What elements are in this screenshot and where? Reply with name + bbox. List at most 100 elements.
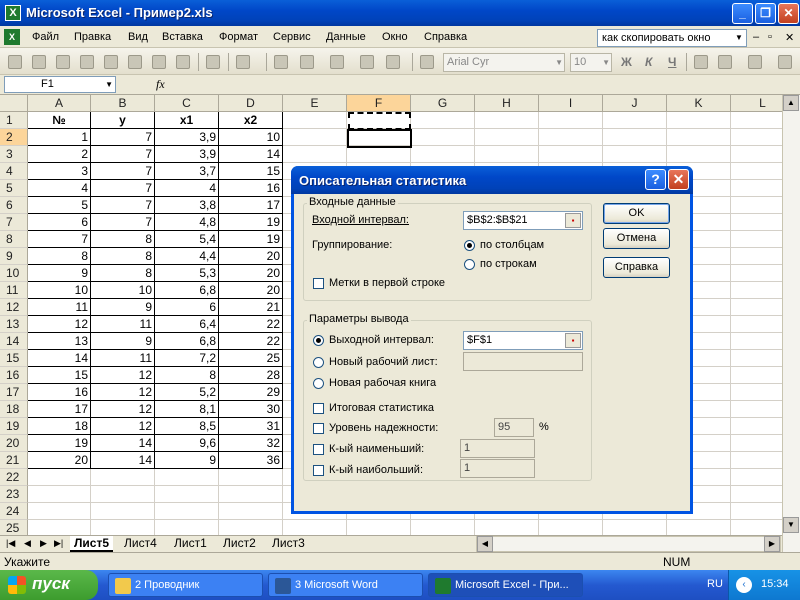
open-icon[interactable] [32,55,46,69]
previous-sheet-button[interactable]: ◀ [24,538,31,549]
new-sheet-label[interactable]: Новый рабочий лист: [329,356,438,368]
cell-b1[interactable]: y [91,112,155,129]
row-header-19[interactable]: 19 [0,418,28,435]
cell-c1[interactable]: x1 [155,112,219,129]
toolbar-more-icon[interactable] [778,55,792,69]
row-header-8[interactable]: 8 [0,231,28,248]
select-all-corner[interactable] [0,95,28,112]
cell-k1[interactable] [667,112,731,129]
column-header-c[interactable]: C [155,95,219,112]
save-icon[interactable] [56,55,70,69]
row-header-13[interactable]: 13 [0,316,28,333]
cell-b9[interactable]: 8 [91,248,155,265]
undo-icon[interactable] [236,55,250,69]
workbook-restore-button[interactable]: ▫ [768,31,772,43]
cell-b23[interactable] [91,486,155,503]
labels-first-row-label[interactable]: Метки в первой строке [329,277,445,289]
cell-d21[interactable]: 36 [219,452,283,469]
cell-i3[interactable] [539,146,603,163]
by-rows-label[interactable]: по строкам [480,258,537,270]
cell-c17[interactable]: 5,2 [155,384,219,401]
output-range-field[interactable]: $F$1 ▪ [463,331,583,350]
scroll-right-icon[interactable]: ▶ [764,536,780,552]
cell-b6[interactable]: 7 [91,197,155,214]
row-header-25[interactable]: 25 [0,520,28,535]
cell-a3[interactable]: 2 [28,146,91,163]
cell-c8[interactable]: 5,4 [155,231,219,248]
output-range-radio[interactable] [313,335,324,346]
cell-b22[interactable] [91,469,155,486]
cancel-button[interactable]: Отмена [603,228,670,249]
help-icon[interactable] [386,55,400,69]
cell-b14[interactable]: 9 [91,333,155,350]
cell-d24[interactable] [219,503,283,520]
cell-d6[interactable]: 17 [219,197,283,214]
toolbar-options-icon[interactable] [420,55,434,69]
column-header-i[interactable]: I [539,95,603,112]
cell-d16[interactable]: 28 [219,367,283,384]
cell-i2[interactable] [539,129,603,146]
by-columns-radio[interactable] [464,240,475,251]
cell-a7[interactable]: 6 [28,214,91,231]
cell-i1[interactable] [539,112,603,129]
cell-i25[interactable] [539,520,603,535]
cell-c15[interactable]: 7,2 [155,350,219,367]
cell-g2[interactable] [411,129,475,146]
workbook-icon[interactable]: X [4,29,20,45]
cell-c14[interactable]: 6,8 [155,333,219,350]
cell-d5[interactable]: 16 [219,180,283,197]
cell-d12[interactable]: 21 [219,299,283,316]
cell-h1[interactable] [475,112,539,129]
cell-a5[interactable]: 4 [28,180,91,197]
collapse-dialog-icon[interactable]: ▪ [565,213,581,228]
row-header-22[interactable]: 22 [0,469,28,486]
chevron-down-icon[interactable]: ▼ [555,54,563,71]
cell-b3[interactable]: 7 [91,146,155,163]
cell-d15[interactable]: 25 [219,350,283,367]
cell-a16[interactable]: 15 [28,367,91,384]
hyperlink-icon[interactable] [274,55,288,69]
cell-j3[interactable] [603,146,667,163]
cell-b17[interactable]: 12 [91,384,155,401]
sheet-tab-list2[interactable]: Лист2 [219,536,260,552]
column-header-b[interactable]: B [91,95,155,112]
row-header-11[interactable]: 11 [0,282,28,299]
italic-button[interactable]: К [645,55,652,69]
borders-icon[interactable] [748,55,762,69]
cell-c5[interactable]: 4 [155,180,219,197]
workbook-minimize-button[interactable]: – [753,31,759,43]
minimize-button[interactable]: _ [732,3,753,24]
paste-icon[interactable] [206,55,220,69]
cell-g1[interactable] [411,112,475,129]
summary-stats-label[interactable]: Итоговая статистика [329,402,434,414]
cell-d7[interactable]: 19 [219,214,283,231]
align-center-icon[interactable] [718,55,732,69]
column-header-f[interactable]: F [347,95,411,112]
cell-c25[interactable] [155,520,219,535]
scroll-down-icon[interactable]: ▼ [783,517,799,533]
cell-c19[interactable]: 8,5 [155,418,219,435]
underline-button[interactable]: Ч [668,55,676,69]
menu-edit[interactable]: Правка [74,31,111,43]
chevron-left-icon[interactable]: ‹ [736,577,752,593]
new-sheet-radio[interactable] [313,357,324,368]
new-workbook-label[interactable]: Новая рабочая книга [329,377,436,389]
cell-j1[interactable] [603,112,667,129]
cell-d9[interactable]: 20 [219,248,283,265]
menu-file[interactable]: Файл [32,31,59,43]
new-icon[interactable] [8,55,22,69]
cell-j2[interactable] [603,129,667,146]
cell-b12[interactable]: 9 [91,299,155,316]
cell-h3[interactable] [475,146,539,163]
help-button[interactable]: Справка [603,257,670,278]
sheet-tab-list1[interactable]: Лист1 [170,536,211,552]
scroll-up-icon[interactable]: ▲ [783,95,799,111]
cell-a13[interactable]: 12 [28,316,91,333]
start-button[interactable]: пуск [0,570,98,600]
cell-a10[interactable]: 9 [28,265,91,282]
taskbar-item-explorer[interactable]: 2 Проводник [108,573,263,597]
first-sheet-button[interactable]: |◀ [6,538,15,549]
confidence-level-field[interactable]: 95 [494,418,534,437]
cell-k2[interactable] [667,129,731,146]
kth-largest-field[interactable]: 1 [460,459,535,478]
